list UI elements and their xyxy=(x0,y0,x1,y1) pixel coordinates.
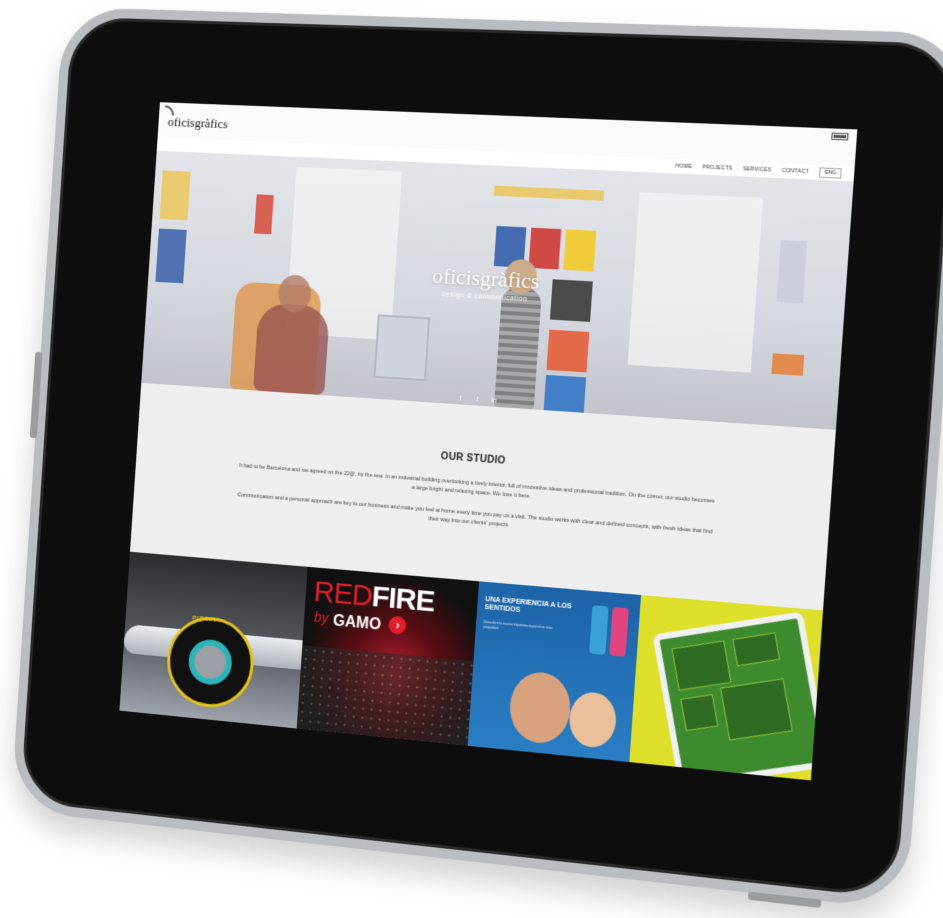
redfire-red-word: RED xyxy=(312,575,373,613)
mockup-block xyxy=(731,632,780,667)
project-tile-web[interactable] xyxy=(629,595,824,781)
pellets-image xyxy=(297,645,474,746)
chevron-right-icon: › xyxy=(388,615,408,635)
child-image xyxy=(567,690,618,750)
child-image xyxy=(507,669,573,746)
wheel-rim xyxy=(187,637,234,687)
redfire-title: REDFIRE xyxy=(312,575,436,619)
site-logo[interactable]: oficisgràfics xyxy=(167,114,228,132)
linkedin-icon[interactable]: in xyxy=(489,396,499,406)
redfire-by: by xyxy=(313,608,329,626)
nav-item-home[interactable]: HOME xyxy=(675,163,692,170)
product-bottle xyxy=(588,605,609,655)
language-select[interactable]: ENG xyxy=(819,167,842,179)
battery-icon xyxy=(831,132,849,141)
tablet-mockup-image xyxy=(652,611,824,781)
kids-headline: UNA EXPERIENCIA A LOS SENTIDOS xyxy=(484,595,572,615)
twitter-icon[interactable]: t xyxy=(456,394,465,404)
nav-item-projects[interactable]: PROJECTS xyxy=(702,164,732,171)
kids-small-text: Descubre la nueva experiencia para los m… xyxy=(483,619,553,631)
gamo-logo: GAMO xyxy=(332,612,382,634)
nav-item-services[interactable]: SERVICES xyxy=(743,166,772,173)
mockup-block xyxy=(719,678,793,741)
project-tile-redfire[interactable]: REDFIRE by GAMO › xyxy=(297,566,479,746)
nav-item-contact[interactable]: CONTACT xyxy=(782,168,810,175)
hero-banner: oficisgràfics design & communication t f… xyxy=(141,150,854,430)
facebook-icon[interactable]: f xyxy=(472,395,481,405)
product-bottle xyxy=(608,606,629,657)
project-tile-pirelli[interactable]: PIRELLI xyxy=(119,551,308,729)
redfire-fire-word: FIRE xyxy=(370,580,436,619)
mockup-block xyxy=(679,693,719,732)
mockup-block xyxy=(671,640,732,691)
project-tile-kids[interactable]: UNA EXPERIENCIA A LOS SENTIDOS Descubre … xyxy=(467,581,641,763)
tablet-screen: oficisgràfics HOME PROJECTS SERVICES CON… xyxy=(119,102,858,781)
tablet-device: oficisgràfics HOME PROJECTS SERVICES CON… xyxy=(10,6,943,911)
